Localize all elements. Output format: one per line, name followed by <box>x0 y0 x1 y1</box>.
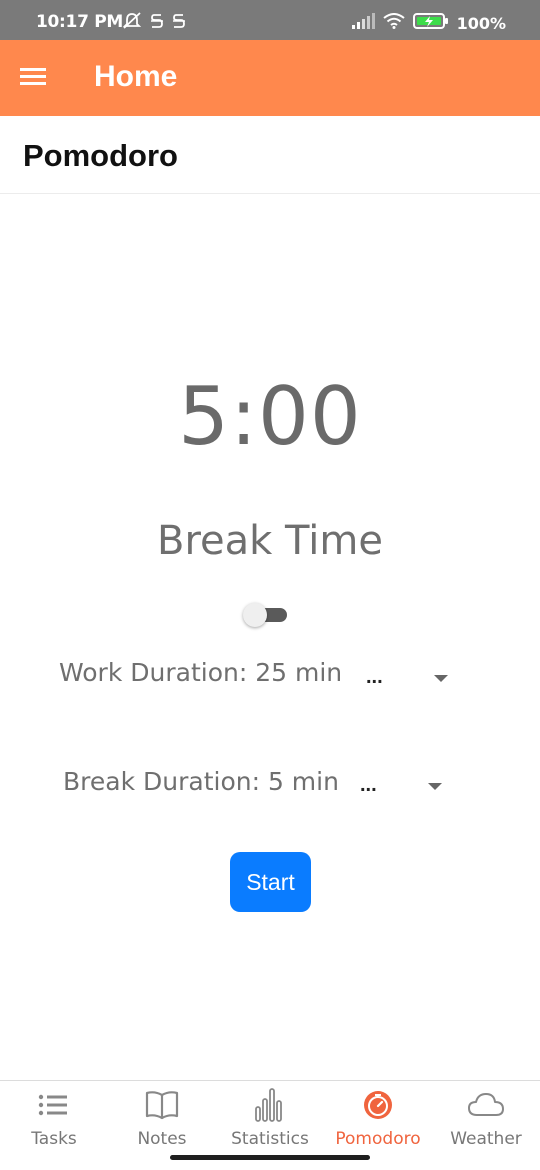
work-duration-picker[interactable]: ... <box>366 660 476 700</box>
status-bar: 10:17 PM 100% <box>0 0 540 40</box>
work-duration-value: ... <box>366 666 383 688</box>
start-button[interactable]: Start <box>230 852 311 912</box>
screen-header: Pomodoro <box>0 116 540 194</box>
break-duration-picker[interactable]: ... <box>360 768 470 808</box>
battery-percent: 100% <box>456 14 506 33</box>
bell-off-icon <box>122 12 142 35</box>
mode-toggle[interactable] <box>243 603 287 627</box>
nav-label-weather: Weather <box>450 1129 522 1149</box>
chevron-down-icon <box>428 783 442 790</box>
book-icon <box>142 1087 182 1123</box>
app-bar: Home <box>0 40 540 116</box>
status-time: 10:17 PM <box>36 12 124 32</box>
chevron-down-icon <box>434 675 448 682</box>
nav-label-tasks: Tasks <box>31 1129 77 1149</box>
timer-icon <box>358 1087 398 1123</box>
mode-label: Break Time <box>157 518 383 564</box>
status-notification-icons <box>122 12 186 35</box>
nav-item-statistics[interactable]: Statistics <box>216 1081 324 1161</box>
work-duration-label: Work Duration: 25 min <box>59 658 343 687</box>
app-title: Home <box>94 60 178 93</box>
nav-item-pomodoro[interactable]: Pomodoro <box>324 1081 432 1161</box>
menu-button[interactable] <box>20 66 52 92</box>
timer-display: 5:00 <box>178 370 362 463</box>
nav-label-notes: Notes <box>137 1129 187 1149</box>
break-duration-label: Break Duration: 5 min <box>63 767 339 796</box>
s-app-icon <box>172 12 186 35</box>
cloud-icon <box>466 1087 506 1123</box>
nav-label-statistics: Statistics <box>231 1129 309 1149</box>
toggle-thumb <box>243 603 267 627</box>
screen-title: Pomodoro <box>23 138 178 173</box>
bar-chart-icon <box>250 1087 290 1123</box>
hamburger-menu-icon <box>20 68 46 85</box>
home-indicator <box>170 1155 370 1160</box>
wifi-icon <box>382 13 405 34</box>
nav-item-notes[interactable]: Notes <box>108 1081 216 1161</box>
status-system-icons: 100% <box>351 12 506 35</box>
nav-item-tasks[interactable]: Tasks <box>0 1081 108 1161</box>
nav-item-weather[interactable]: Weather <box>432 1081 540 1161</box>
nav-label-pomodoro: Pomodoro <box>335 1129 421 1149</box>
s-app-icon <box>150 12 164 35</box>
signal-icon <box>351 13 375 34</box>
list-icon <box>34 1087 74 1123</box>
battery-icon <box>412 12 449 35</box>
break-duration-value: ... <box>360 774 377 796</box>
